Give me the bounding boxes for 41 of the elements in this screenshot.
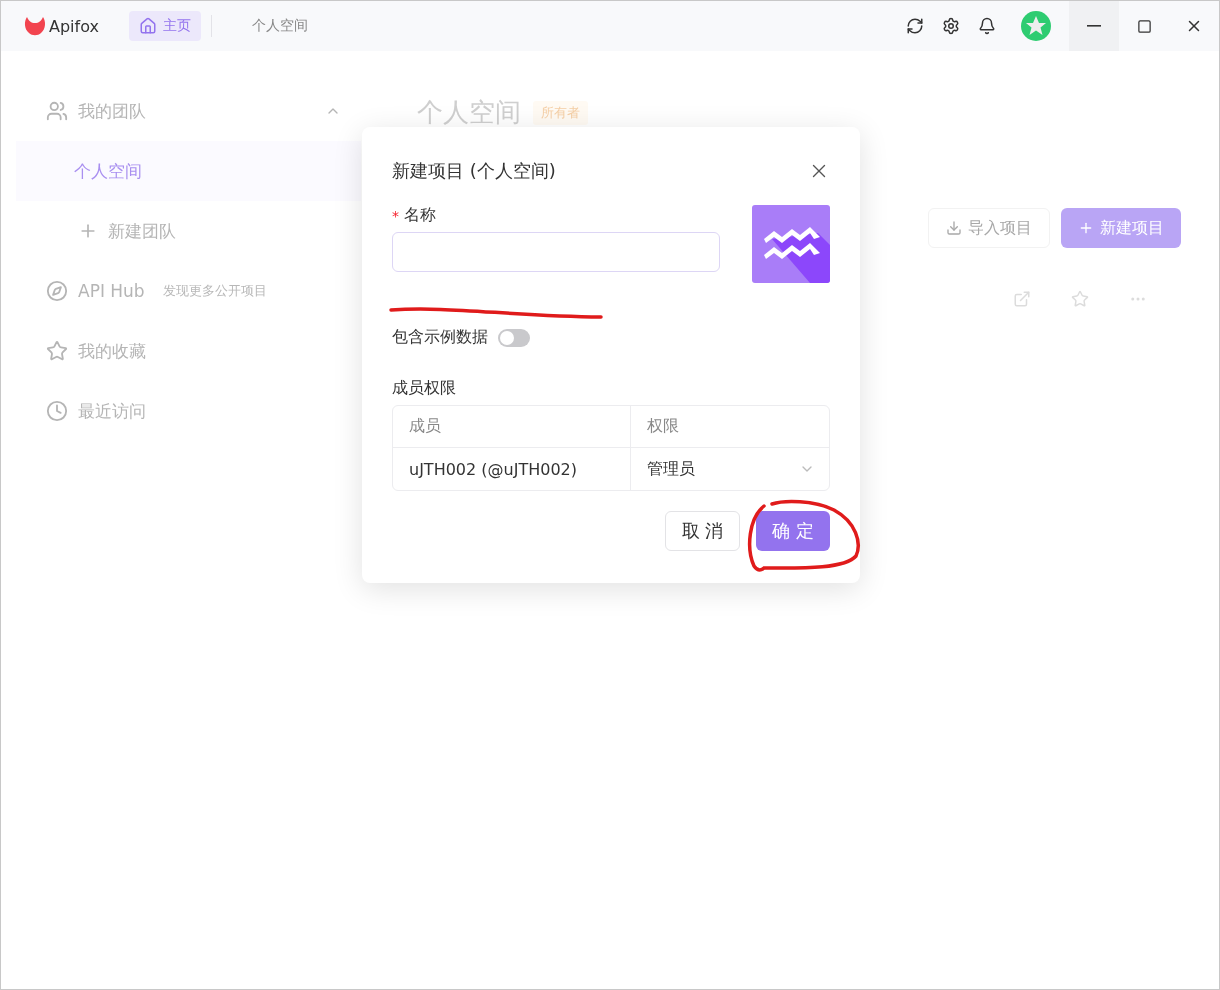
external-link-icon[interactable] xyxy=(1013,290,1031,308)
star-icon xyxy=(46,340,68,362)
sidebar-item[interactable]: 个人空间 xyxy=(16,141,361,201)
team-header[interactable]: 我的团队 xyxy=(16,81,361,141)
download-icon xyxy=(946,220,962,236)
name-input[interactable] xyxy=(392,232,720,272)
field-label: 名称 xyxy=(404,205,436,226)
sidebar-hint: 发现更多公开项目 xyxy=(162,282,267,300)
nav-tab[interactable]: 个人空间 xyxy=(241,11,318,41)
home-icon xyxy=(138,17,157,35)
required-mark: * xyxy=(392,207,399,224)
clock-icon xyxy=(46,400,68,422)
column-header: 成员 xyxy=(393,406,631,448)
logo-icon xyxy=(23,15,47,37)
role-select[interactable]: 管理员 xyxy=(631,448,829,490)
users-icon xyxy=(46,100,68,122)
team-label: 我的团队 xyxy=(78,99,146,123)
project-icon[interactable] xyxy=(752,205,830,283)
new-project-button[interactable]: 新建项目 xyxy=(1061,208,1181,248)
column-header: 权限 xyxy=(631,406,829,448)
table-cell: uJTH002 (@uJTH002) xyxy=(393,448,631,490)
plus-icon xyxy=(1078,220,1094,236)
sidebar-link[interactable]: API Hub xyxy=(78,281,145,301)
minimize-icon xyxy=(1087,25,1101,27)
star-icon[interactable] xyxy=(1071,290,1089,308)
toggle-label: 包含示例数据 xyxy=(392,327,488,348)
section-label: 成员权限 xyxy=(392,378,457,399)
new-team-item[interactable]: 新建团队 xyxy=(16,201,361,261)
import-button[interactable]: 导入项目 xyxy=(928,208,1050,248)
dialog-title: 新建项目 (个人空间) xyxy=(392,159,556,183)
confirm-button[interactable]: 确 定 xyxy=(756,511,830,551)
sample-data-switch[interactable] xyxy=(498,328,530,347)
app-name: Apifox xyxy=(49,16,99,36)
avatar[interactable] xyxy=(1021,11,1051,41)
compass-icon xyxy=(46,280,68,302)
nav-tab[interactable]: 主页 xyxy=(128,11,201,41)
sidebar-link[interactable]: 最近访问 xyxy=(78,399,146,423)
cancel-button[interactable]: 取 消 xyxy=(664,511,741,551)
owner-badge: 所有者 xyxy=(533,100,588,125)
sidebar-link[interactable]: 我的收藏 xyxy=(78,339,146,363)
maximize-icon xyxy=(1136,18,1152,34)
